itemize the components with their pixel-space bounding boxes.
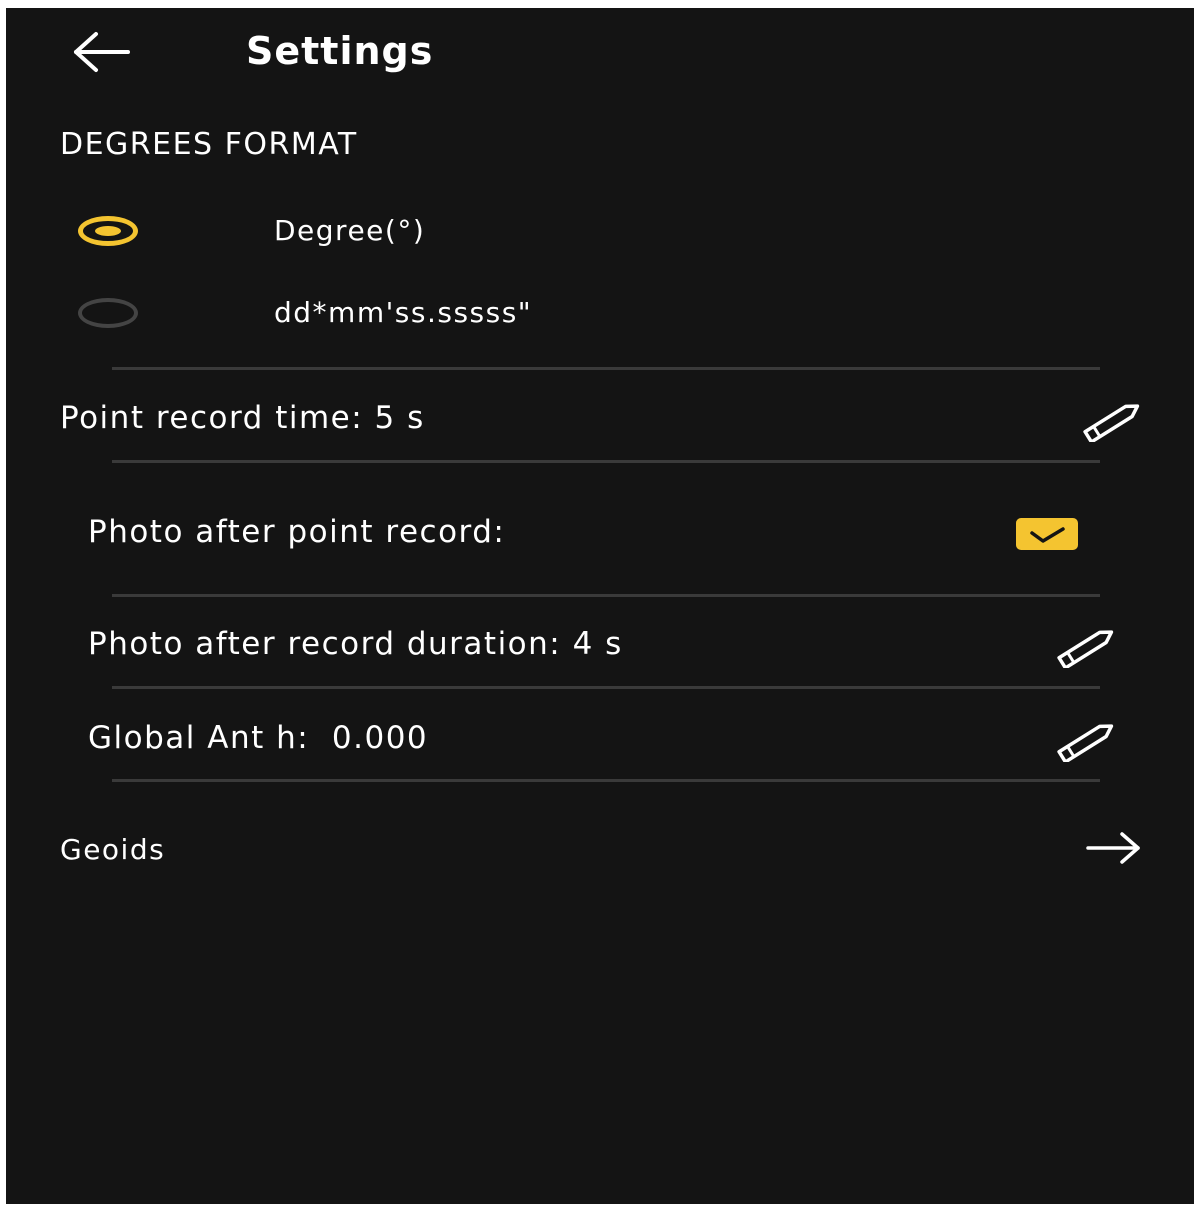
edit-global-ant-h-pencil-icon[interactable] bbox=[1054, 722, 1118, 762]
arrow-right-icon[interactable] bbox=[1084, 830, 1144, 866]
geoids-label[interactable]: Geoids bbox=[60, 828, 165, 872]
radio-option-dms[interactable]: dd*mm'ss.sssss" bbox=[66, 288, 766, 348]
checkmark-icon bbox=[1030, 527, 1065, 543]
divider bbox=[112, 779, 1100, 782]
photo-after-point-record-checkbox[interactable] bbox=[1016, 518, 1078, 550]
edit-photo-duration-pencil-icon[interactable] bbox=[1054, 628, 1118, 668]
page-title: Settings bbox=[246, 29, 434, 73]
radio-unselected-icon[interactable] bbox=[78, 298, 138, 328]
radio-option-label: Degree(°) bbox=[274, 214, 426, 247]
photo-after-record-duration-label: Photo after record duration: 4 s bbox=[88, 626, 623, 662]
edit-point-record-time-pencil-icon[interactable] bbox=[1080, 402, 1144, 442]
settings-screen: Settings DEGREES FORMAT Degree(°) dd*mm'… bbox=[6, 8, 1194, 1204]
degrees-format-heading: DEGREES FORMAT bbox=[60, 127, 358, 162]
divider bbox=[112, 594, 1100, 597]
radio-option-label: dd*mm'ss.sssss" bbox=[274, 296, 533, 329]
back-arrow-icon[interactable] bbox=[70, 30, 134, 74]
divider bbox=[112, 367, 1100, 370]
divider bbox=[112, 686, 1100, 689]
photo-after-point-record-label: Photo after point record: bbox=[88, 514, 506, 550]
global-ant-h-label: Global Ant h: 0.000 bbox=[88, 720, 429, 756]
radio-selected-icon[interactable] bbox=[78, 216, 138, 246]
divider bbox=[112, 460, 1100, 463]
radio-option-degree[interactable]: Degree(°) bbox=[66, 206, 766, 266]
point-record-time-label: Point record time: 5 s bbox=[60, 400, 425, 436]
